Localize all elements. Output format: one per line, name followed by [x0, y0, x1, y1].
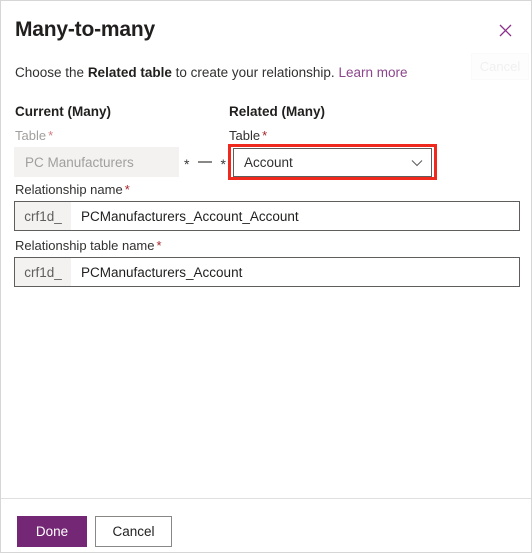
related-column-heading: Related (Many): [229, 104, 326, 119]
relationship-table-name-label-text: Relationship table name: [15, 238, 155, 253]
relationship-name-label: Relationship name *: [15, 182, 130, 197]
relationship-table-name-input[interactable]: [71, 258, 519, 286]
dialog-body: Current (Many) Related (Many) Table * PC …: [1, 93, 531, 498]
relationship-name-input[interactable]: [71, 202, 519, 230]
subtitle-bold-term: Related table: [87, 65, 172, 80]
current-table-field: PC Manufacturers: [14, 147, 179, 177]
relationship-name-label-text: Relationship name: [15, 182, 123, 197]
required-asterisk: *: [48, 128, 54, 143]
required-asterisk: *: [262, 128, 268, 143]
subtitle-prefix: Choose the: [15, 65, 88, 80]
cardinality-left-star: *: [184, 156, 190, 172]
related-table-selected-value: Account: [244, 155, 293, 170]
page-title: Many-to-many: [15, 18, 155, 41]
many-to-many-dialog: Many-to-many Choose the Related table to…: [0, 0, 532, 553]
current-table-value: PC Manufacturers: [25, 154, 134, 170]
cancel-button[interactable]: Cancel: [95, 516, 172, 547]
related-table-label: Table *: [229, 128, 267, 143]
relationship-name-prefix: crf1d_: [15, 202, 71, 230]
close-icon: [499, 24, 512, 37]
required-asterisk: *: [124, 182, 130, 197]
cardinality-dash: [198, 161, 212, 163]
dialog-subtitle: Choose the Related table to create your …: [15, 65, 407, 80]
current-table-label-text: Table: [15, 128, 47, 143]
done-button[interactable]: Done: [17, 516, 87, 547]
dialog-footer: Done Cancel: [1, 498, 531, 552]
dialog-header: Many-to-many Choose the Related table to…: [1, 1, 531, 93]
current-table-label: Table *: [15, 128, 53, 143]
related-table-dropdown[interactable]: Account: [233, 148, 432, 177]
related-table-label-text: Table: [229, 128, 261, 143]
learn-more-link[interactable]: Learn more: [338, 65, 407, 80]
subtitle-suffix: to create your relationship.: [171, 65, 339, 80]
close-button[interactable]: [490, 15, 521, 46]
cardinality-right-star: *: [220, 156, 226, 172]
relationship-table-name-field[interactable]: crf1d_: [14, 257, 520, 287]
ghost-cancel-artifact: Cancel: [471, 53, 529, 80]
relationship-table-name-label: Relationship table name *: [15, 238, 162, 253]
current-column-heading: Current (Many): [15, 104, 112, 119]
relationship-table-name-prefix: crf1d_: [15, 258, 71, 286]
required-asterisk: *: [156, 238, 162, 253]
relationship-name-field[interactable]: crf1d_: [14, 201, 520, 231]
chevron-down-icon: [411, 159, 423, 167]
cardinality-indicator: * *: [184, 147, 226, 177]
